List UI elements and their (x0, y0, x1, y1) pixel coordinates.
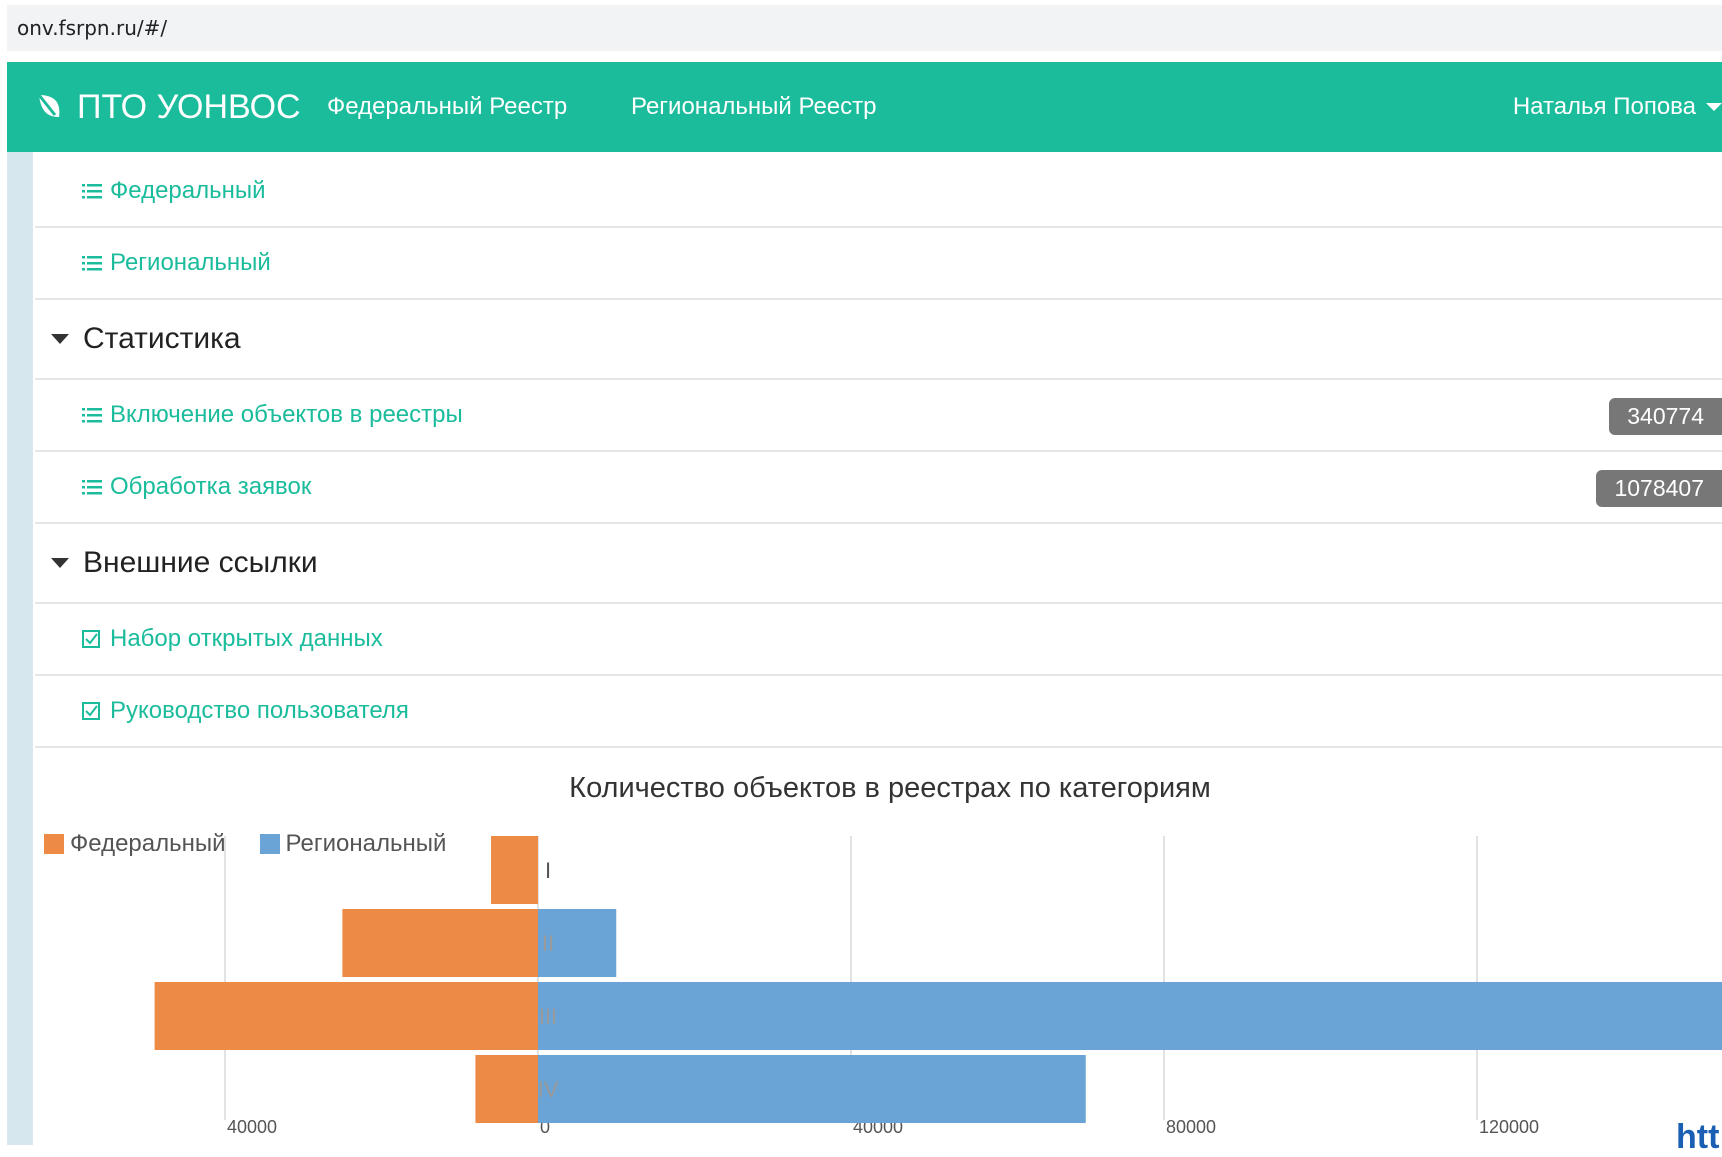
legend-item-regional[interactable]: Региональный (259, 830, 447, 858)
caret-down-icon (51, 334, 69, 344)
bar-regional[interactable] (538, 1055, 1086, 1123)
section-title: Статистика (83, 322, 241, 355)
brand[interactable]: ПТО УОНВОС (33, 62, 301, 152)
legend-swatch (259, 834, 280, 854)
url-text: onv.fsrpn.ru/#/ (17, 16, 168, 40)
nav-federal-registry[interactable]: Федеральный Реестр (327, 62, 567, 152)
category-label: III (539, 1004, 557, 1029)
checkbox-icon (82, 630, 100, 648)
menu-item-label: Региональный (110, 249, 271, 276)
count-badge: 1078407 (1596, 470, 1722, 507)
user-name: Наталья Попова (1512, 93, 1696, 120)
menu-item-label: Набор открытых данных (110, 625, 383, 652)
brand-label: ПТО УОНВОС (77, 87, 301, 126)
list-icon (82, 408, 102, 423)
caret-down-icon (51, 558, 69, 568)
address-bar[interactable]: onv.fsrpn.ru/#/ (7, 5, 1722, 51)
list-icon (82, 184, 102, 199)
menu-item-label: Обработка заявок (110, 473, 312, 500)
chart-legend: Федеральный Региональный (44, 830, 480, 858)
x-tick-label: 120000 (1479, 1117, 1539, 1137)
x-tick-label: 40000 (227, 1117, 277, 1137)
chevron-down-icon (1706, 103, 1722, 111)
bar-regional[interactable] (538, 982, 1722, 1050)
bar-chart: 40000 0 40000 80000 120000IIIIIIIV (154, 836, 1722, 1137)
list-icon (82, 480, 102, 495)
section-title: Внешние ссылки (83, 546, 318, 579)
bar-federal[interactable] (154, 982, 538, 1050)
menu-item-inclusion[interactable]: Включение объектов в реестры 340774 (35, 380, 1722, 452)
section-statistics[interactable]: Статистика (35, 300, 1722, 380)
count-badge: 340774 (1609, 398, 1722, 435)
leaf-icon (37, 94, 60, 117)
menu-list: Федеральный Региональный Статистика Вклю… (35, 156, 1722, 748)
nav-regional-registry[interactable]: Региональный Реестр (631, 62, 876, 152)
legend-label: Федеральный (70, 830, 226, 857)
legend-label: Региональный (285, 830, 447, 857)
chart-title: Количество объектов в реестрах по катего… (569, 772, 1211, 804)
truncated-link-text[interactable]: htt (1676, 1118, 1719, 1157)
menu-item-open-data[interactable]: Набор открытых данных (35, 604, 1722, 676)
navbar: ПТО УОНВОС Федеральный Реестр Региональн… (7, 62, 1722, 152)
category-label: II (542, 931, 554, 956)
category-label: IV (538, 1077, 559, 1102)
menu-item-label: Включение объектов в реестры (110, 401, 463, 428)
bar-federal[interactable] (491, 836, 538, 904)
menu-item-requests[interactable]: Обработка заявок 1078407 (35, 452, 1722, 524)
menu-item-federal[interactable]: Федеральный (35, 156, 1722, 228)
bar-federal[interactable] (342, 909, 538, 977)
checkbox-icon (82, 702, 100, 720)
category-label: I (545, 858, 551, 883)
menu-item-label: Руководство пользователя (110, 697, 409, 724)
bar-federal[interactable] (475, 1055, 538, 1123)
menu-item-label: Федеральный (110, 177, 266, 204)
menu-item-regional[interactable]: Региональный (35, 228, 1722, 300)
menu-item-user-guide[interactable]: Руководство пользователя (35, 676, 1722, 748)
legend-swatch (44, 834, 64, 854)
legend-item-federal[interactable]: Федеральный (44, 830, 226, 858)
user-menu[interactable]: Наталья Попова (1513, 62, 1722, 152)
x-tick-label: 80000 (1166, 1117, 1216, 1137)
list-icon (82, 256, 102, 271)
section-external-links[interactable]: Внешние ссылки (35, 524, 1722, 604)
